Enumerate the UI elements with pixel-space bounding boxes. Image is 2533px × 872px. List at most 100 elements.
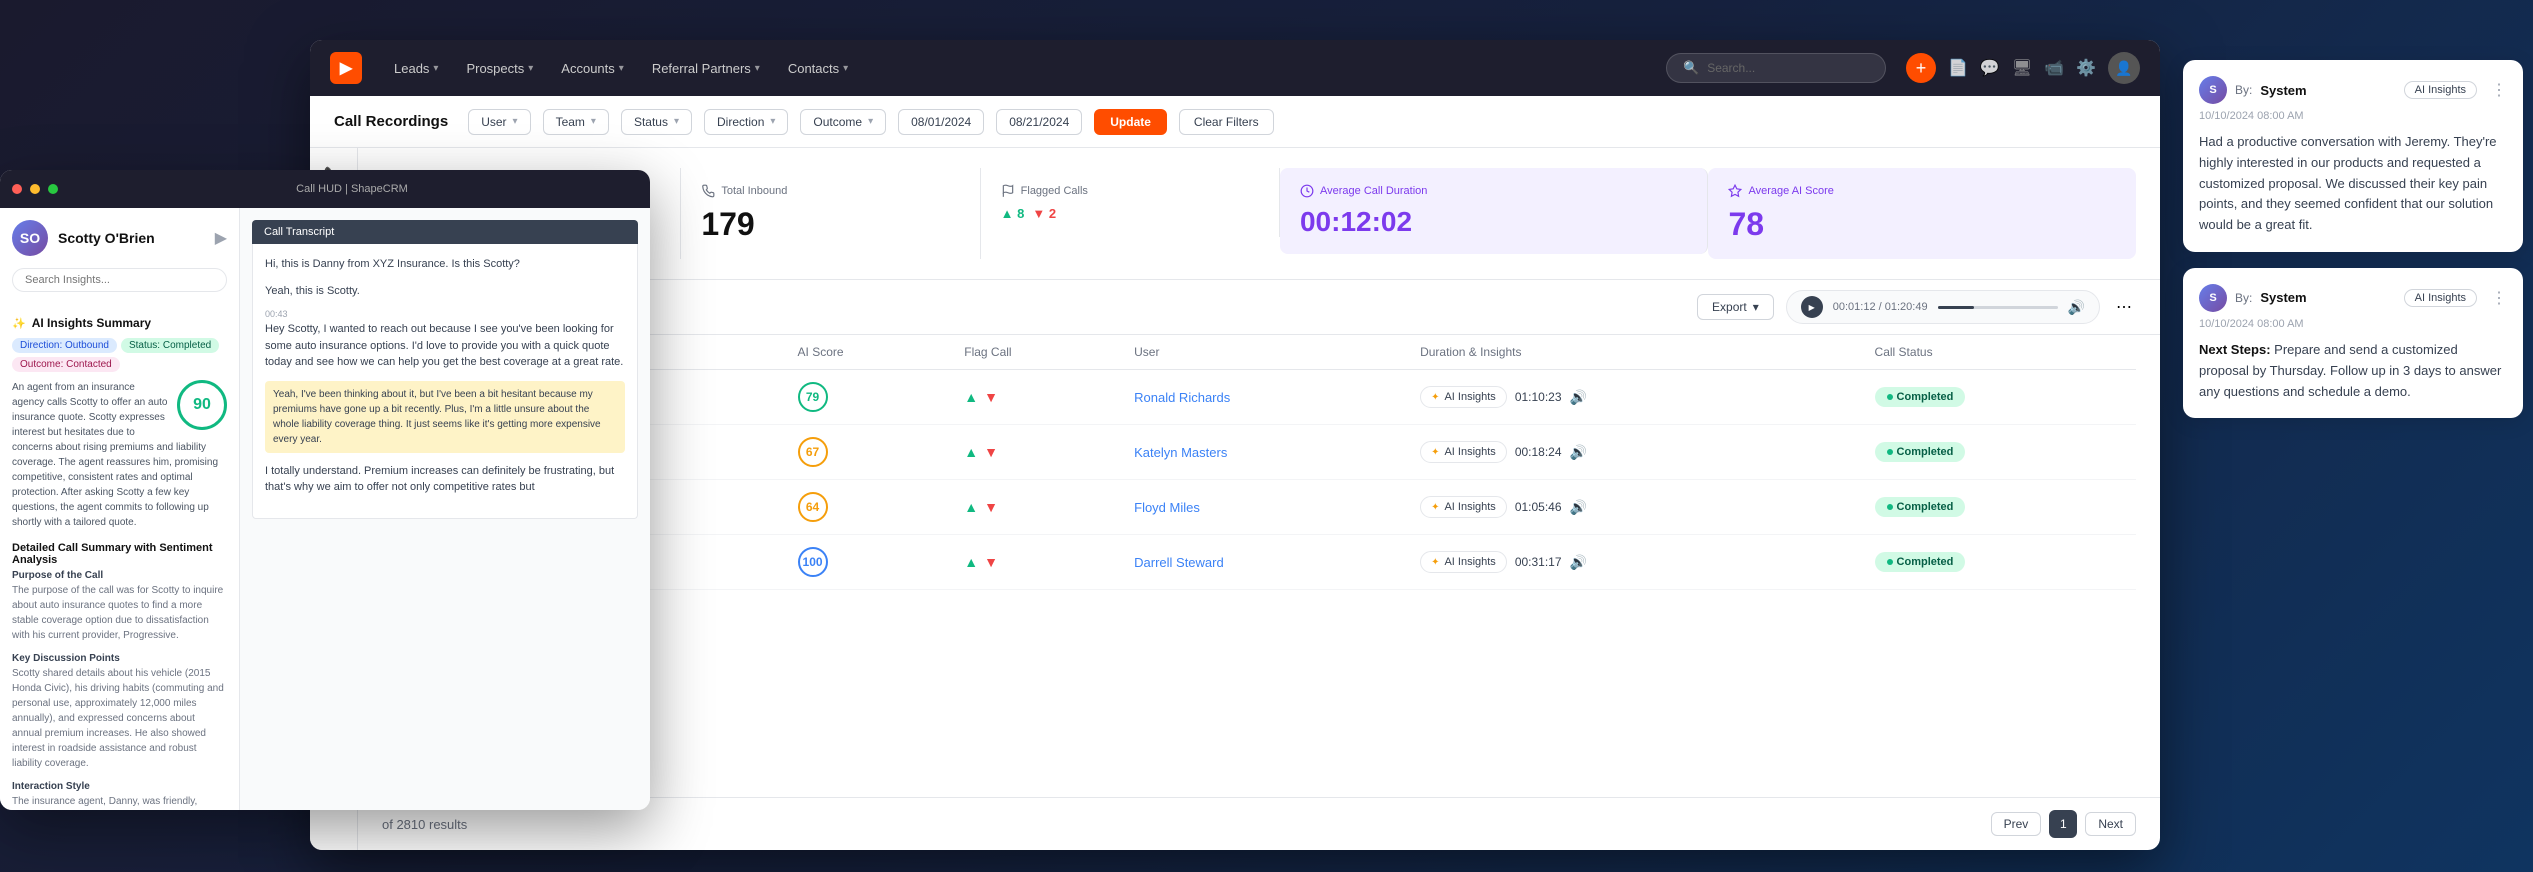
- volume-icon-2[interactable]: 🔊: [1570, 499, 1587, 516]
- outcome-filter[interactable]: Outcome ▾: [800, 109, 886, 135]
- volume-icon-3[interactable]: 🔊: [1570, 554, 1587, 571]
- nav-item-prospects[interactable]: Prospects ▾: [454, 55, 545, 82]
- msg-text-4: Yeah, I've been thinking about it, but I…: [273, 387, 617, 447]
- note-time-2: 10/10/2024 08:00 AM: [2199, 318, 2507, 330]
- user-link-1[interactable]: Katelyn Masters: [1134, 445, 1227, 460]
- nav-item-leads[interactable]: Leads ▾: [382, 55, 450, 82]
- volume-icon-0[interactable]: 🔊: [1570, 389, 1587, 406]
- user-link-0[interactable]: Ronald Richards: [1134, 390, 1230, 405]
- prev-page-button[interactable]: Prev: [1991, 812, 2042, 836]
- monitor-icon[interactable]: 🖥: [2012, 58, 2032, 78]
- nav-item-contacts[interactable]: Contacts ▾: [776, 55, 860, 82]
- audio-timestamp: 00:01:12 / 01:20:49: [1833, 301, 1928, 313]
- audio-progress-bar[interactable]: [1938, 306, 2058, 309]
- more-options-icon[interactable]: ⋯: [2112, 295, 2136, 319]
- cell-flag-3: ▲ ▼: [952, 535, 1122, 590]
- ai-insights-badge-2: AI Insights: [2404, 289, 2477, 307]
- detail-sub-purpose: Purpose of the Call: [12, 570, 227, 581]
- status-badge-2: Completed: [1875, 497, 1966, 517]
- chevron-down-icon: ▾: [755, 63, 760, 74]
- transcript-body: Hi, this is Danny from XYZ Insurance. Is…: [252, 244, 638, 519]
- next-page-button[interactable]: Next: [2085, 812, 2136, 836]
- insights-search-input[interactable]: [12, 268, 227, 292]
- chevron-down-icon: ▾: [674, 116, 679, 127]
- date-from-input[interactable]: 08/01/2024: [898, 109, 984, 135]
- chevron-down-icon: ▾: [843, 63, 848, 74]
- note-avatar-2: S: [2199, 284, 2227, 312]
- more-options-button-1[interactable]: ⋮: [2491, 80, 2507, 100]
- status-badge-1: Completed: [1875, 442, 1966, 462]
- play-button[interactable]: ▶: [1801, 296, 1823, 318]
- page-number-1[interactable]: 1: [2049, 810, 2077, 838]
- video-icon[interactable]: 📹: [2044, 58, 2064, 78]
- sparkle-icon: ✨: [12, 317, 26, 330]
- stat-duration-value: 00:12:02: [1300, 206, 1688, 238]
- note-bold-prefix: Next Steps:: [2199, 342, 2271, 357]
- insights-button-2[interactable]: ✦ AI Insights: [1420, 496, 1507, 518]
- cell-duration-3: ✦ AI Insights 00:31:17 🔊: [1408, 535, 1862, 590]
- flag-up-icon[interactable]: ▲: [964, 389, 978, 405]
- volume-icon-1[interactable]: 🔊: [1570, 444, 1587, 461]
- star-icon: ✦: [1431, 392, 1439, 403]
- update-button[interactable]: Update: [1094, 109, 1167, 135]
- user-avatar[interactable]: 👤: [2108, 52, 2140, 84]
- flag-up-icon[interactable]: ▲: [964, 499, 978, 515]
- status-filter[interactable]: Status ▾: [621, 109, 692, 135]
- user-link-3[interactable]: Darrell Steward: [1134, 555, 1224, 570]
- flag-down-icon[interactable]: ▼: [984, 499, 998, 515]
- volume-icon[interactable]: 🔊: [2068, 299, 2085, 316]
- insights-button-3[interactable]: ✦ AI Insights: [1420, 551, 1507, 573]
- cell-duration-2: ✦ AI Insights 01:05:46 🔊: [1408, 480, 1862, 535]
- direction-filter[interactable]: Direction ▾: [704, 109, 788, 135]
- status-dot-3: [1887, 559, 1893, 565]
- page-title: Call Recordings: [334, 113, 448, 130]
- detail-title-summary: Detailed Call Summary with Sentiment Ana…: [12, 542, 227, 566]
- date-to-input[interactable]: 08/21/2024: [996, 109, 1082, 135]
- star-icon: ✦: [1431, 447, 1439, 458]
- tag-status: Status: Completed: [121, 338, 219, 353]
- window-maximize-dot[interactable]: [48, 184, 58, 194]
- flag-down-icon[interactable]: ▼: [984, 554, 998, 570]
- ai-insights-header: ✨ AI Insights Summary: [12, 316, 227, 330]
- note-text-2: Next Steps: Prepare and send a customize…: [2199, 340, 2507, 402]
- export-button[interactable]: Export ▾: [1697, 294, 1774, 320]
- document-icon[interactable]: 📄: [1948, 58, 1968, 78]
- status-badge-3: Completed: [1875, 552, 1966, 572]
- flag-down-icon[interactable]: ▼: [984, 444, 998, 460]
- team-filter[interactable]: Team ▾: [543, 109, 609, 135]
- flag-up-icon[interactable]: ▲: [964, 444, 978, 460]
- window-close-dot[interactable]: [12, 184, 22, 194]
- nav-item-accounts[interactable]: Accounts ▾: [549, 55, 636, 82]
- flag-up-icon[interactable]: ▲: [964, 554, 978, 570]
- user-link-2[interactable]: Floyd Miles: [1134, 500, 1200, 515]
- chevron-down-icon: ▾: [433, 63, 438, 74]
- clear-filters-button[interactable]: Clear Filters: [1179, 109, 1274, 135]
- insights-button-1[interactable]: ✦ AI Insights: [1420, 441, 1507, 463]
- chevron-down-icon: ▾: [528, 63, 533, 74]
- contact-name: Scotty O'Brien: [58, 230, 155, 246]
- app-logo[interactable]: ▶: [330, 52, 362, 84]
- contact-header: SO Scotty O'Brien ▶: [0, 208, 239, 268]
- global-search[interactable]: 🔍 Search...: [1666, 53, 1886, 83]
- more-options-button-2[interactable]: ⋮: [2491, 288, 2507, 308]
- user-filter[interactable]: User ▾: [468, 109, 530, 135]
- cell-status-3: Completed: [1863, 535, 2136, 590]
- stat-inbound-label: Total Inbound: [701, 184, 959, 198]
- add-button[interactable]: +: [1906, 53, 1936, 83]
- col-flag: Flag Call: [952, 335, 1122, 370]
- detail-text-purpose: The purpose of the call was for Scotty t…: [12, 583, 227, 643]
- flag-down-icon[interactable]: ▼: [984, 389, 998, 405]
- nav-item-referral-partners[interactable]: Referral Partners ▾: [640, 55, 772, 82]
- status-dot-0: [1887, 394, 1893, 400]
- window-minimize-dot[interactable]: [30, 184, 40, 194]
- insights-button-0[interactable]: ✦ AI Insights: [1420, 386, 1507, 408]
- top-navigation: ▶ Leads ▾ Prospects ▾ Accounts ▾ Referra…: [310, 40, 2160, 96]
- note-by-label-2: By:: [2235, 291, 2252, 305]
- ai-insights-title: AI Insights Summary: [32, 316, 151, 330]
- stat-total-inbound: Total Inbound 179: [681, 168, 980, 259]
- logo-small[interactable]: ▶: [215, 228, 227, 248]
- settings-icon[interactable]: ⚙️: [2076, 58, 2096, 78]
- chat-icon[interactable]: 💬: [1980, 58, 2000, 78]
- msg-text-3: Hey Scotty, I wanted to reach out becaus…: [265, 321, 625, 371]
- chevron-down-icon: ▾: [513, 116, 518, 127]
